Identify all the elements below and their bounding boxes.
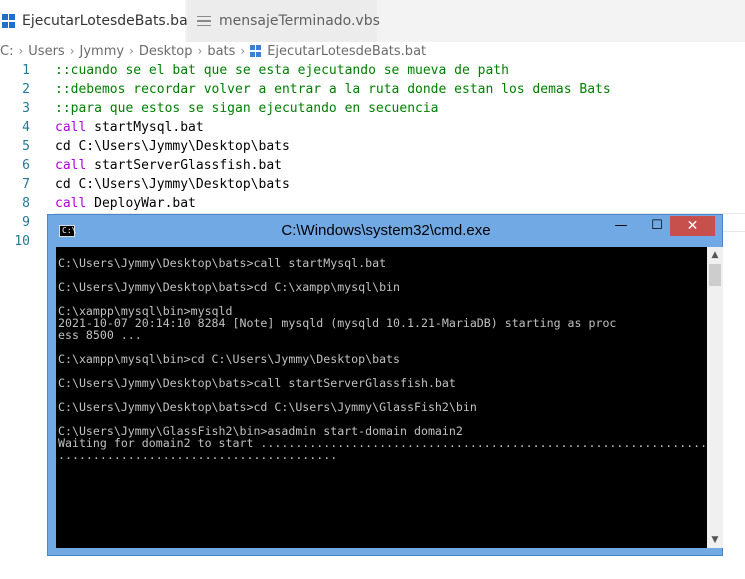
tab-label: EjecutarLotesdeBats.bat <box>22 13 194 29</box>
cmd-title-bar[interactable]: C:\ C:\Windows\system32\cmd.exe — ☐ ✕ <box>48 215 722 247</box>
keyword-call: call <box>55 120 87 135</box>
vertical-scrollbar[interactable]: ▲ ▼ <box>707 247 723 548</box>
breadcrumb-jymmy[interactable]: Jymmy <box>80 44 125 59</box>
code-line[interactable]: 8 call DeployWar.bat <box>0 194 745 213</box>
scroll-down-icon[interactable]: ▼ <box>707 532 723 548</box>
line-number: 7 <box>22 177 30 192</box>
line-number: 1 <box>22 63 30 78</box>
console-output-area[interactable]: C:\Users\Jymmy\Desktop\bats>call startMy… <box>56 247 707 548</box>
code-text[interactable]: call startServerGlassfish.bat <box>30 156 282 175</box>
code-line[interactable]: 4 call startMysql.bat <box>0 118 745 137</box>
code-arg: DeployWar.bat <box>86 196 196 211</box>
breadcrumb: C: › Users › Jymmy › Desktop › bats › Ej… <box>0 42 426 60</box>
code-text[interactable]: cd C:\Users\Jymmy\Desktop\bats <box>30 137 290 156</box>
scroll-up-icon[interactable]: ▲ <box>707 247 723 263</box>
code-arg: startServerGlassfish.bat <box>86 158 282 173</box>
chevron-right-icon: › <box>18 44 24 58</box>
line-number: 6 <box>22 158 30 173</box>
line-number: 3 <box>22 101 30 116</box>
code-text[interactable]: ::para que estos se sigan ejecutando en … <box>30 99 439 118</box>
breadcrumb-desktop[interactable]: Desktop <box>139 44 193 59</box>
chevron-right-icon: › <box>240 44 246 58</box>
editor-tab-bar: EjecutarLotesdeBats.bat × mensajeTermina… <box>0 0 745 42</box>
tab-ejecutar-lotes[interactable]: EjecutarLotesdeBats.bat × <box>0 0 206 42</box>
code-line[interactable]: 2::debemos recordar volver a entrar a la… <box>0 80 745 99</box>
maximize-button[interactable]: ☐ <box>642 216 672 236</box>
code-line[interactable]: 7 cd C:\Users\Jymmy\Desktop\bats <box>0 175 745 194</box>
code-text[interactable]: call DeployWar.bat <box>30 194 196 213</box>
code-text[interactable]: ::cuando se el bat que se esta ejecutand… <box>30 61 509 80</box>
minimize-button[interactable]: — <box>606 216 636 236</box>
code-text[interactable]: cd C:\Users\Jymmy\Desktop\bats <box>30 175 290 194</box>
code-line[interactable]: 6 call startServerGlassfish.bat <box>0 156 745 175</box>
code-line[interactable]: 1::cuando se el bat que se esta ejecutan… <box>0 61 745 80</box>
tab-mensaje-terminado[interactable]: mensajeTerminado.vbs <box>187 0 380 42</box>
keyword-call: call <box>55 158 87 173</box>
keyword-call: call <box>55 196 87 211</box>
breadcrumb-drive[interactable]: C: <box>0 44 13 59</box>
tab-label: mensajeTerminado.vbs <box>219 13 380 29</box>
code-arg: startMysql.bat <box>86 120 204 135</box>
line-number: 9 <box>22 215 30 230</box>
windows-bat-icon <box>250 45 262 57</box>
code-text[interactable]: call startMysql.bat <box>30 118 204 137</box>
cmd-window[interactable]: C:\ C:\Windows\system32\cmd.exe — ☐ ✕ C:… <box>47 214 723 556</box>
close-button[interactable]: ✕ <box>670 216 715 236</box>
breadcrumb-file[interactable]: EjecutarLotesdeBats.bat <box>267 44 426 59</box>
line-number: 10 <box>14 234 30 249</box>
chevron-right-icon: › <box>69 44 75 58</box>
code-line[interactable]: 5 cd C:\Users\Jymmy\Desktop\bats <box>0 137 745 156</box>
line-number: 5 <box>22 139 30 154</box>
line-number: 2 <box>22 82 30 97</box>
windows-bat-icon <box>2 14 16 28</box>
breadcrumb-users[interactable]: Users <box>28 44 64 59</box>
line-number: 8 <box>22 196 30 211</box>
code-text[interactable]: ::debemos recordar volver a entrar a la … <box>30 80 611 99</box>
breadcrumb-bats[interactable]: bats <box>207 44 235 59</box>
scroll-thumb[interactable] <box>709 264 721 286</box>
code-line[interactable]: 3::para que estos se sigan ejecutando en… <box>0 99 745 118</box>
chevron-right-icon: › <box>129 44 134 58</box>
console-output: C:\Users\Jymmy\Desktop\bats>call startMy… <box>58 256 707 462</box>
file-lines-icon <box>197 14 211 28</box>
line-number: 4 <box>22 120 30 135</box>
chevron-right-icon: › <box>197 44 203 58</box>
